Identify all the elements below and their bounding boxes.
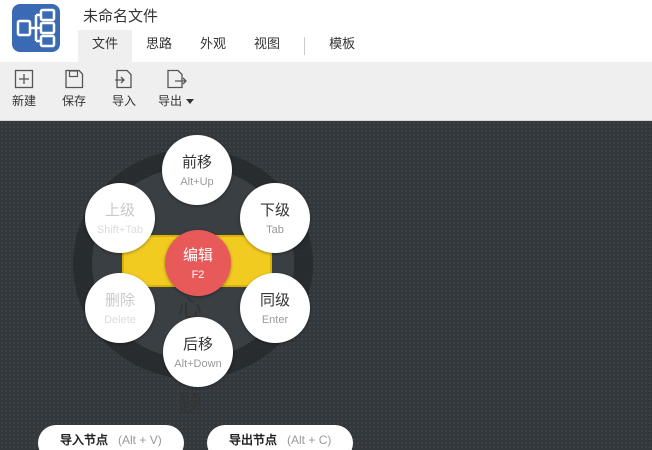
sibling-label: 同级 [259,292,290,309]
export-node-label: 导出节点 [229,433,278,447]
tab-appearance[interactable]: 外观 [186,30,240,62]
edit-shortcut: F2 [191,269,205,281]
import-node-button[interactable]: 导入节点 (Alt + V) [38,425,184,450]
new-file-icon [14,69,34,89]
tab-idea[interactable]: 思路 [132,30,186,62]
file-toolbar: 新建 保存 导入 导出 [0,62,652,121]
new-button[interactable]: 新建 [4,66,44,116]
tab-template[interactable]: 模板 [315,30,369,62]
mind-map-icon[interactable] [12,4,60,52]
tab-view[interactable]: 视图 [240,30,294,62]
move-down-shortcut: Alt+Down [174,358,222,370]
delete-shortcut: Delete [104,314,136,326]
move-up-label: 前移 [181,154,212,171]
child-shortcut: Tab [266,224,284,236]
parent-label: 上级 [104,202,135,219]
child-label: 下级 [259,202,290,219]
import-node-shortcut: (Alt + V) [118,433,162,447]
move-up-button[interactable]: 前移 Alt+Up [162,135,232,205]
parent-button[interactable]: 上级 Shift+Tab [85,183,155,253]
export-label: 导出 [157,94,182,108]
export-icon [167,69,187,89]
app-header: 未命名文件 文件 思路 外观 视图 模板 [0,0,652,62]
export-button[interactable]: 导出 [154,66,198,116]
child-button[interactable]: 下级 Tab [240,183,310,253]
sibling-shortcut: Enter [261,314,289,326]
import-label: 导入 [111,94,136,108]
menu-divider [304,37,306,55]
import-node-label: 导入节点 [60,433,109,447]
export-node-button[interactable]: 导出节点 (Alt + C) [207,425,354,450]
document-title[interactable]: 未命名文件 [83,5,158,26]
export-node-shortcut: (Alt + C) [287,433,332,447]
edit-button[interactable]: 编辑 F2 [165,230,231,296]
mind-map-canvas[interactable]: 中心主题 前移 Alt+Up 上级 Shift+Tab 下级 Tab 编辑 F2… [0,121,652,450]
delete-label: 删除 [104,292,135,309]
export-label-wrap: 导出 [154,92,198,109]
save-label: 保存 [61,94,86,108]
import-icon [115,69,132,89]
save-icon [65,69,84,89]
move-up-shortcut: Alt+Up [180,176,214,188]
delete-button[interactable]: 删除 Delete [85,273,155,343]
move-down-label: 后移 [182,336,213,353]
menu-tabs: 文件 思路 外观 视图 模板 [78,30,369,62]
import-button[interactable]: 导入 [104,66,144,116]
chevron-down-icon [186,99,194,105]
sibling-button[interactable]: 同级 Enter [240,273,310,343]
tab-file[interactable]: 文件 [78,30,133,62]
edit-label: 编辑 [182,247,213,264]
new-label: 新建 [11,94,36,108]
move-down-button[interactable]: 后移 Alt+Down [163,317,233,387]
save-button[interactable]: 保存 [54,66,94,116]
parent-shortcut: Shift+Tab [96,224,144,236]
